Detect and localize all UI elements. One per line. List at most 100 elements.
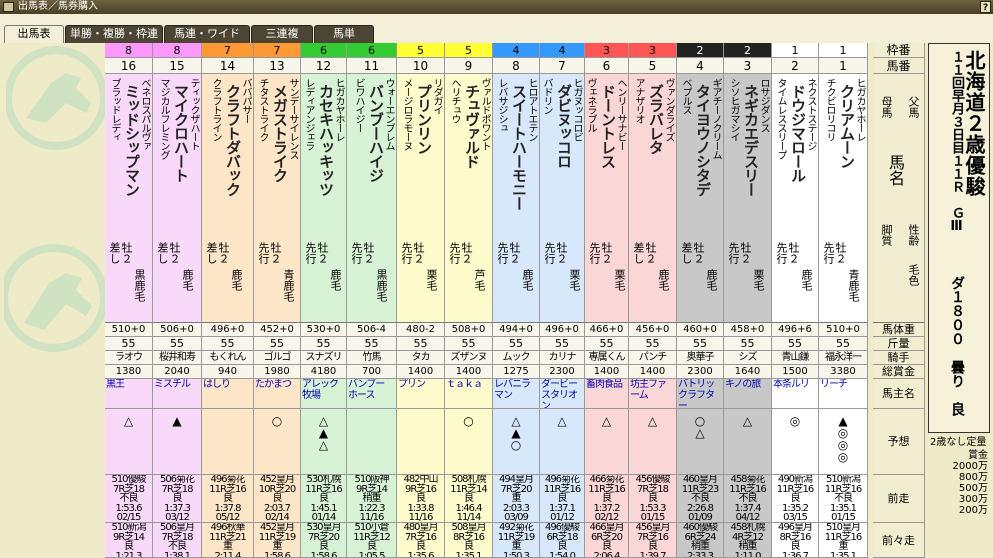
horse-weight: 456+0 (629, 323, 677, 337)
horse-column[interactable]: 6 12 ヒガカヤホーレ カセキハッキッツ レディアンジェラ 先行 牡２ 鹿毛 530+0 55 ス… (301, 43, 347, 558)
sex-age: 牡２ (362, 242, 375, 264)
horse-name-area[interactable]: ベネロスパルヴァ ミッドシップマン ブラッドレディ 差し 牡２ 黒鹿毛 (105, 74, 153, 323)
total-prize: 1400 (445, 365, 493, 379)
owner-name: ｔａｋａ (445, 379, 493, 409)
horse-name-area[interactable]: ネクストステージ ドウジマロール タイムレススリープ 先行 牡２ 鹿毛 (772, 74, 819, 323)
tab-shutsubahyo[interactable]: 出馬表 (4, 25, 64, 43)
owner-name: たかまつ (254, 379, 301, 409)
tab-tansho-fukusho-wakuren[interactable]: 単勝・複勝・枠連 (65, 25, 163, 43)
horse-column[interactable]: 5 9 ヴァルドポワント チュヴァルド ヘリチュウ 先行 牡２ 芦毛 508+0 55 ズザンヌ 14… (445, 43, 493, 558)
sex-age: 牡２ (644, 242, 657, 264)
horse-name-area[interactable]: ババパサー クラフトダバック クラフトライン 差し 牡２ 鹿毛 (202, 74, 254, 323)
coat-color: 黒鹿毛 (133, 269, 146, 302)
horse-name-area[interactable]: ヘンリーサナビー ドーントレス ヴェネラブル 先行 牡２ 栗毛 (585, 74, 629, 323)
horse-name-area[interactable]: ヒガヌッコロビ ダビヌッコロ バドリン 先行 牡２ 栗毛 (540, 74, 585, 323)
horse-name-area[interactable]: ヒガカヤホーレ クリアムーン チクビロリコリ 先行 牡２ 青鹿毛 (819, 74, 868, 323)
horse-weight: 458+0 (724, 323, 772, 337)
horse-column[interactable]: 1 1 ヒガカヤホーレ クリアムーン チクビロリコリ 先行 牡２ 青鹿毛 510+0 55 福永洋一… (819, 43, 868, 558)
horse-column[interactable]: 7 14 ババパサー クラフトダバック クラフトライン 差し 牡２ 鹿毛 496+0 55 もくれん… (202, 43, 254, 558)
horse-column[interactable]: 1 2 ネクストステージ ドウジマロール タイムレススリープ 先行 牡２ 鹿毛 496+6 55 青… (772, 43, 819, 558)
tab-umatan[interactable]: 馬単 (314, 25, 374, 43)
dam-name: シソヒガマシイ (728, 78, 739, 141)
horse-watermark-bottom (4, 244, 108, 352)
horse-weight: 496+0 (202, 323, 254, 337)
owner-name: アレック 牧場 (301, 379, 347, 409)
horse-name-area[interactable]: ヴァルドポワント チュヴァルド ヘリチュウ 先行 牡２ 芦毛 (445, 74, 493, 323)
header-jockey: 騎手 (873, 351, 925, 365)
prediction-marks: ○ (445, 409, 493, 475)
horse-name-area[interactable]: ウォーエンブレム バンブーハイジ ビワハイジー 先行 牡２ 黒鹿毛 (347, 74, 397, 323)
previous-race-2-text: 496秋華 11R芝21 重 2:11.4 01/05 (209, 523, 246, 558)
dam-name: マジカルフレミング (158, 78, 169, 159)
horse-name-area[interactable]: ヴァンダライズ ズラバレタ アナザリオ 差し 牡２ 鹿毛 (629, 74, 677, 323)
previous-race-1: 494皇月 7R芝20 重 2:03.3 03/09 (493, 475, 540, 523)
horse-column[interactable]: 2 4 ギアチーノクリーム タイヨウノシタデ ベプルス 差し 牡２ 鹿毛 460+0 55 奥華子 2… (677, 43, 724, 558)
previous-race-1: 482中山 9R芝16 良 1:33.8 11/16 (397, 475, 445, 523)
header-name: 馬名 (886, 154, 905, 186)
horse-column[interactable]: 3 5 ヴァンダライズ ズラバレタ アナザリオ 差し 牡２ 鹿毛 456+0 55 パンチ 1400 坊… (629, 43, 677, 558)
horse-name-area[interactable]: ギアチーノクリーム タイヨウノシタデ ベプルス 差し 牡２ 鹿毛 (677, 74, 724, 323)
header-sire: 父馬 (907, 96, 920, 118)
horse-name-area[interactable]: ロサジダンス ネギカエデスリー シソヒガマシイ 先行 牡２ 栗毛 (724, 74, 772, 323)
previous-race-1: 458菊花 11R芝16 不良 1:37.4 04/12 (724, 475, 772, 523)
horse-number: 13 (254, 58, 301, 74)
coat-color: 鹿毛 (800, 269, 813, 291)
carried-weight: 55 (301, 337, 347, 351)
horse-column[interactable]: 4 7 ヒガヌッコロビ ダビヌッコロ バドリン 先行 牡２ 栗毛 496+0 55 カリナ 2300 ダ… (540, 43, 585, 558)
horse-name-area[interactable]: ヒガカヤホーレ カセキハッキッツ レディアンジェラ 先行 牡２ 鹿毛 (301, 74, 347, 323)
horse-weight: 510+0 (819, 323, 868, 337)
window-title: 出馬表／馬券購入 (18, 1, 98, 12)
total-prize: 1500 (772, 365, 819, 379)
gate-number: 2 (677, 43, 724, 58)
owner-text: バンブー ホース (348, 379, 385, 401)
previous-race-1: 496菊花 11R芝16 良 1:37.8 05/12 (202, 475, 254, 523)
previous-race-2-text: 466皇月 6R芝20 良 2:06.4 01/07 (589, 523, 624, 558)
horse-name-area[interactable]: ヒロアトエテン スイートハーモニー レバサジシュ 先行 牡２ 鹿毛 (493, 74, 540, 323)
header-prev2: 前々走 (873, 523, 925, 558)
prediction-text: △ (647, 414, 658, 428)
dam-name: レディアンジェラ (303, 78, 314, 150)
horse-column[interactable]: 3 6 ヘンリーサナビー ドーントレス ヴェネラブル 先行 牡２ 栗毛 466+0 55 専属くん 1… (585, 43, 629, 558)
total-prize: 1380 (105, 365, 153, 379)
jockey-name: ズザンヌ (445, 351, 493, 365)
carried-weight: 55 (202, 337, 254, 351)
horse-column[interactable]: 6 11 ウォーエンブレム バンブーハイジ ビワハイジー 先行 牡２ 黒鹿毛 506-4 55 竹馬… (347, 43, 397, 558)
tab-umaren-wide[interactable]: 馬連・ワイド (164, 25, 250, 43)
prediction-text: ○△ (694, 414, 706, 440)
owner-name: ミスチル (153, 379, 202, 409)
horse-column[interactable]: 8 15 ティックザハート マイクロハート マジカルフレミング 差し 牡２ 鹿毛 506+0 55… (153, 43, 202, 558)
previous-race-1-text: 530札幌 11R芝16 良 1:45.1 01/14 (305, 475, 342, 523)
horse-name: クリアムーン (838, 84, 856, 168)
total-prize: 1640 (724, 365, 772, 379)
running-style: 先行 (350, 242, 363, 264)
running-style: 先行 (448, 242, 461, 264)
horse-column[interactable]: 2 3 ロサジダンス ネギカエデスリー シソヒガマシイ 先行 牡２ 栗毛 458+0 55 シズ 16… (724, 43, 772, 558)
sex-age: 牡２ (412, 242, 425, 264)
gate-number: 7 (202, 43, 254, 58)
previous-race-1: 508札幌 11R芝14 良 1:46.4 11/14 (445, 475, 493, 523)
coat-color: 鹿毛 (521, 269, 534, 291)
horse-column[interactable]: 5 10 リダガイ プリンリン メージロラモーヌ 先行 牡２ 栗毛 480-2 55 タカ 1400 プ… (397, 43, 445, 558)
total-prize: 700 (347, 365, 397, 379)
coat-color: 栗毛 (613, 269, 626, 291)
horse-name-area[interactable]: サンデーサイレンス メガストライク チタストライク 先行 牡２ 青鹿毛 (254, 74, 301, 323)
gate-number: 3 (585, 43, 629, 58)
carried-weight: 55 (254, 337, 301, 351)
help-button[interactable]: ? (980, 1, 991, 13)
horse-name: ドーントレス (599, 84, 617, 168)
coat-color: 栗毛 (752, 269, 765, 291)
header-prize: 総賞金 (873, 365, 925, 379)
horse-number: 8 (493, 58, 540, 74)
horse-column[interactable]: 8 16 ベネロスパルヴァ ミッドシップマン ブラッドレディ 差し 牡２ 黒鹿毛 510+0 55… (105, 43, 153, 558)
previous-race-1: 452皇月 10R芝20 良 2:03.7 02/14 (254, 475, 301, 523)
tab-sanrenpuku[interactable]: 三連複 (251, 25, 313, 43)
horse-name-area[interactable]: ティックザハート マイクロハート マジカルフレミング 差し 牡２ 鹿毛 (153, 74, 202, 323)
horse-column[interactable]: 7 13 サンデーサイレンス メガストライク チタストライク 先行 牡２ 青鹿毛 452+0 55… (254, 43, 301, 558)
owner-text: 本条ルリ (773, 379, 810, 390)
horse-weight: 508+0 (445, 323, 493, 337)
horse-column[interactable]: 4 8 ヒロアトエテン スイートハーモニー レバサジシュ 先行 牡２ 鹿毛 494+0 55 ムック… (493, 43, 540, 558)
running-style: 先行 (543, 242, 556, 264)
horse-name-area[interactable]: リダガイ プリンリン メージロラモーヌ 先行 牡２ 栗毛 (397, 74, 445, 323)
previous-race-2-text: 460優駿 6R芝24 稍重 2:33.3 01/05 (682, 523, 718, 558)
prediction-marks: △ (629, 409, 677, 475)
